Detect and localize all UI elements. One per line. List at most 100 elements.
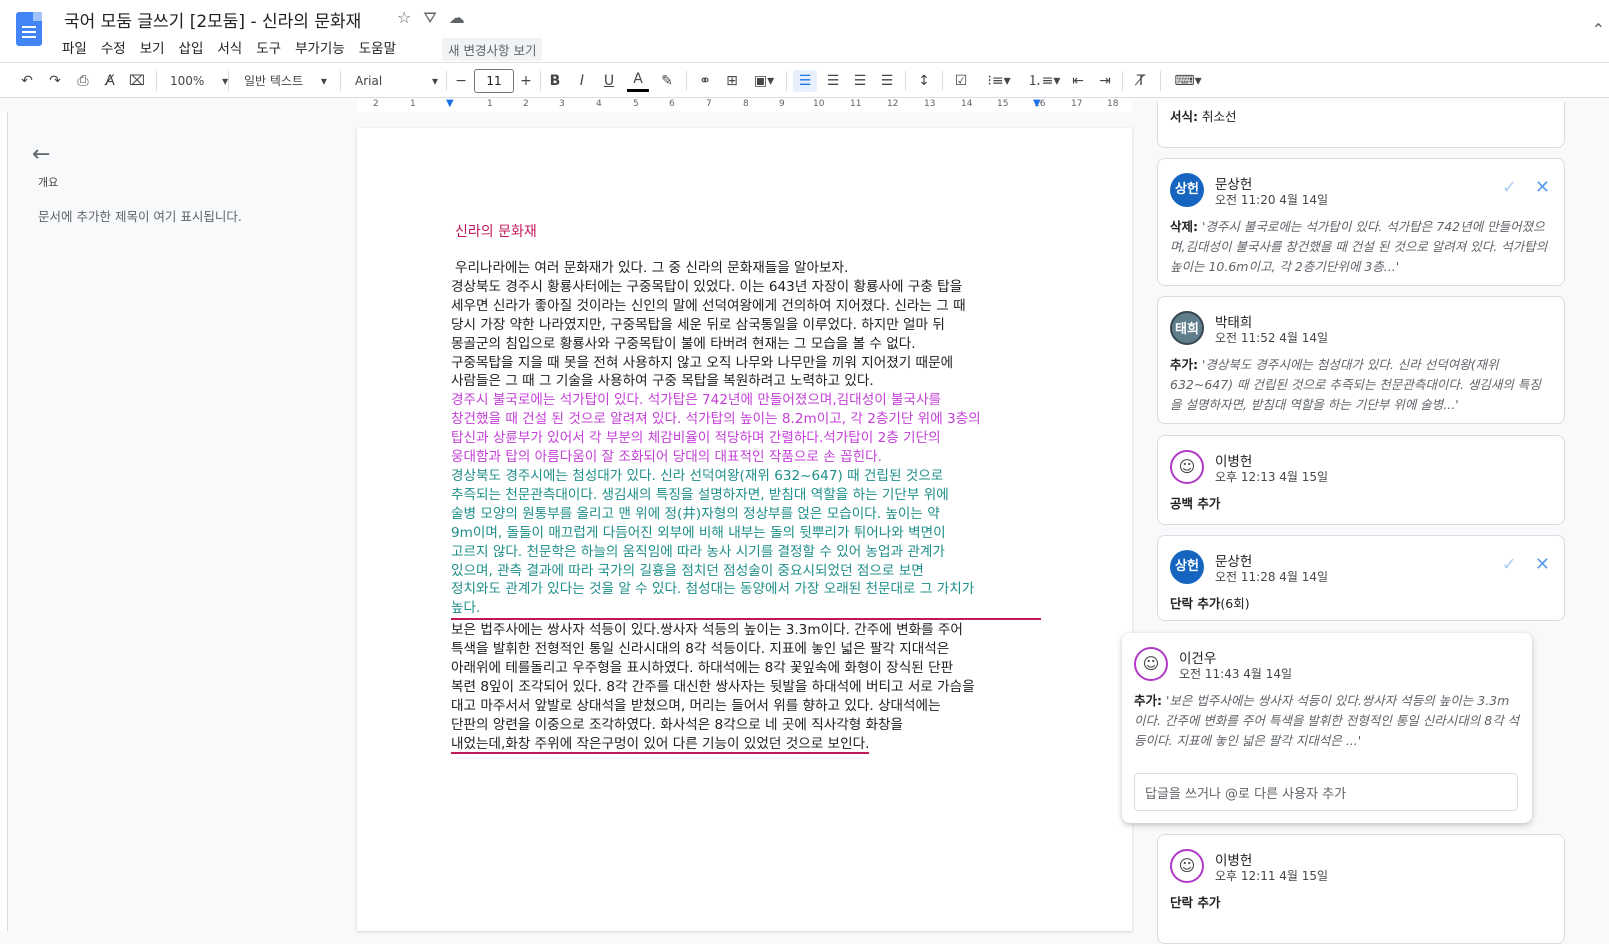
align-right-icon[interactable]: ☰ <box>849 70 871 92</box>
align-center-icon[interactable]: ☰ <box>822 70 844 92</box>
menu-edit[interactable]: 수정 <box>101 37 134 57</box>
suggestion-card[interactable]: 태희 박태희 오전 11:52 4월 14일 추가: '경상북도 경주시에는 첨… <box>1157 296 1565 424</box>
ruler-label: 4 <box>596 99 602 109</box>
menu-tools[interactable]: 도구 <box>256 37 289 57</box>
ruler-label: 3 <box>559 99 565 109</box>
zoom-select[interactable]: 100% ▾ <box>170 70 228 92</box>
clear-formatting-icon[interactable]: T̸ <box>1130 70 1152 92</box>
ruler-label: 14 <box>961 99 973 109</box>
right-indent-marker-icon[interactable]: ▼ <box>1033 98 1041 109</box>
font-size-input[interactable]: 11 <box>474 69 514 93</box>
suggestion-card-partial[interactable]: 서식: 취소선 <box>1157 102 1565 148</box>
line-spacing-icon[interactable]: ↕ <box>913 70 935 92</box>
chevron-down-icon: ▾ <box>320 74 327 88</box>
numbered-list-icon[interactable]: ⒈≡▾ <box>1024 70 1064 92</box>
ruler-label: 6 <box>669 99 675 109</box>
text-line: 구중목탑을 지을 때 못을 전혀 사용하지 않고 오직 나무와 나무만을 끼워 … <box>451 354 954 371</box>
chevron-down-icon: ▾ <box>432 74 439 88</box>
suggestion-detail: '경주시 불국로에는 석가탑이 있다. 석가탑은 742년에 만들어졌으며,김대… <box>1170 219 1548 274</box>
justify-icon[interactable]: ☰ <box>876 70 898 92</box>
close-outline-arrow-icon[interactable]: ← <box>32 142 50 167</box>
text-line: 웅대함과 탑의 아름다움이 잘 조화되어 당대의 대표적인 작품으로 손 꼽힌다… <box>451 449 882 466</box>
undo-icon[interactable]: ↶ <box>16 70 38 92</box>
see-new-changes-button[interactable]: 새 변경사항 보기 <box>442 38 543 61</box>
italic-icon[interactable]: I <box>572 70 592 92</box>
align-left-icon[interactable]: ☰ <box>793 70 817 92</box>
text-line: 있으며, 관측 결과에 따라 국가의 길흉을 점치던 점성술이 중요시되었던 점… <box>451 562 924 579</box>
suggestion-format-text: 서식: 취소선 <box>1170 106 1237 125</box>
decrease-font-size-button[interactable]: − <box>451 70 471 92</box>
text-color-icon[interactable]: A <box>627 70 649 92</box>
suggestion-card-active[interactable]: ☺ 이건우 오전 11:43 4월 14일 추가: '보은 법주사에는 쌍사자 … <box>1122 633 1532 823</box>
text-line: 탑신과 상륜부가 있어서 각 부분의 체감비율이 적당하며 간렬하다.석가탑이 … <box>451 430 941 447</box>
suggestion-card[interactable]: 상헌 문상헌 오전 11:28 4월 14일 ✓ ✕ 단락 추가(6회) <box>1157 535 1565 621</box>
ruler-label: 5 <box>633 99 639 109</box>
spellcheck-icon[interactable]: A̸ <box>99 70 121 92</box>
redo-icon[interactable]: ↷ <box>44 70 66 92</box>
text-line: 9m이며, 돌들이 매끄럽게 다듬어진 외부에 비해 내부는 돌의 뒷뿌리가 튀… <box>451 524 946 541</box>
collapse-menu-icon[interactable]: ⌃ <box>1592 20 1605 39</box>
suggestion-card[interactable]: ☺ 이병헌 오후 12:13 4월 15일 공백 추가 <box>1157 435 1565 525</box>
text-line: 단판의 앙련을 이중으로 조각하였다. 화사석은 8각으로 네 곳에 직사각형 … <box>451 716 904 733</box>
ruler-label: 9 <box>779 99 785 109</box>
menu-file[interactable]: 파일 <box>62 37 95 57</box>
bold-icon[interactable]: B <box>545 70 565 92</box>
paragraph-cheomseongdae-added[interactable]: 경상북도 경주시에는 첨성대가 있다. 신라 선덕여왕(재위 632~647) … <box>451 467 1041 618</box>
menu-addons[interactable]: 부가기능 <box>295 37 353 57</box>
document-title[interactable]: 국어 모둠 글쓰기 [2모둠] - 신라의 문화재 <box>64 7 361 32</box>
insert-image-icon[interactable]: ▣▾ <box>749 70 779 92</box>
star-icon[interactable]: ☆ <box>397 8 411 28</box>
zoom-value: 100% <box>170 74 205 88</box>
input-tools-icon[interactable]: ⌨▾ <box>1168 70 1208 92</box>
style-value: 일반 텍스트 <box>244 74 304 88</box>
ruler-label: 15 <box>997 99 1009 109</box>
cloud-saved-icon[interactable]: ☁ <box>449 8 465 28</box>
accept-check-icon[interactable]: ✓ <box>1502 554 1517 575</box>
move-to-drive-icon[interactable]: ⛛ <box>423 8 436 28</box>
link-icon[interactable]: ⚭ <box>694 70 716 92</box>
suggestion-card[interactable]: 상헌 문상헌 오전 11:20 4월 14일 ✓ ✕ 삭제: '경주시 불국로에는… <box>1157 158 1565 286</box>
increase-indent-icon[interactable]: ⇥ <box>1094 70 1116 92</box>
increase-font-size-button[interactable]: + <box>516 70 536 92</box>
print-icon[interactable]: ⎙ <box>72 70 94 92</box>
menu-format[interactable]: 서식 <box>217 37 250 57</box>
document-page[interactable]: 신라의 문화재 우리나라에는 여러 문화재가 있다. 그 중 신라의 문화재들을… <box>357 128 1132 931</box>
suggestion-detail: 취소선 <box>1201 109 1237 124</box>
menu-view[interactable]: 보기 <box>140 37 173 57</box>
bulleted-list-icon[interactable]: ⁝≡▾ <box>979 70 1019 92</box>
horizontal-ruler[interactable]: 2 1 1 2 3 4 5 6 7 8 9 10 11 12 13 14 15 … <box>357 98 1132 112</box>
timestamp: 오전 11:52 4월 14일 <box>1215 331 1329 345</box>
author-name: 이병헌 <box>1215 454 1253 470</box>
paragraph-beopjusa-added[interactable]: 보은 법주사에는 쌍사자 석등이 있다.쌍사자 석등의 높이는 3.3m이다. … <box>451 618 1041 754</box>
highlight-icon[interactable]: ✎ <box>656 70 678 92</box>
text-line: 세우면 신라가 좋아질 것이라는 신인의 말에 선덕여왕에게 건의하여 지어졌다… <box>451 297 966 314</box>
reply-input[interactable]: 답글을 쓰거나 @로 다른 사용자 추가 <box>1134 773 1518 811</box>
docs-logo-icon[interactable] <box>16 12 42 46</box>
avatar: 상헌 <box>1170 550 1204 584</box>
suggestion-kind: 삭제: <box>1170 219 1198 234</box>
paint-format-icon[interactable]: ⌧ <box>126 70 148 92</box>
style-select[interactable]: 일반 텍스트 ▾ <box>244 70 327 92</box>
text-line: 정치와도 관계가 있다는 것을 알 수 있다. 첨성대는 동양에서 가장 오래된… <box>451 581 975 598</box>
document-body[interactable]: 우리나라에는 여러 문화재가 있다. 그 중 신라의 문화재들을 알아보자. 경… <box>451 259 1041 754</box>
checklist-icon[interactable]: ☑ <box>950 70 972 92</box>
left-indent-marker-icon[interactable]: ▼ <box>446 98 454 109</box>
suggestion-detail: (6회) <box>1220 596 1250 611</box>
underline-icon[interactable]: U <box>599 70 619 92</box>
reject-close-icon[interactable]: ✕ <box>1535 177 1550 198</box>
suggestions-panel: 서식: 취소선 상헌 문상헌 오전 11:20 4월 14일 ✓ ✕ 삭제: '경… <box>1122 102 1609 944</box>
menu-insert[interactable]: 삽입 <box>179 37 212 57</box>
add-comment-icon[interactable]: ⊞ <box>721 70 743 92</box>
text-line: 높다. <box>451 600 481 617</box>
text-line: 고르지 않다. 천문학은 하늘의 움직임에 따라 농사 시기를 결정할 수 있어… <box>451 543 945 560</box>
avatar: ☺ <box>1134 647 1168 681</box>
author-name: 박태희 <box>1215 315 1253 331</box>
font-select[interactable]: Arial ▾ <box>355 70 438 92</box>
menu-help[interactable]: 도움말 <box>359 37 404 57</box>
timestamp: 오후 12:13 4월 15일 <box>1215 470 1329 484</box>
suggestion-card[interactable]: ☺ 이병헌 오후 12:11 4월 15일 단락 추가 <box>1157 834 1565 944</box>
decrease-indent-icon[interactable]: ⇤ <box>1067 70 1089 92</box>
reject-close-icon[interactable]: ✕ <box>1535 554 1550 575</box>
paragraph-seokgatap-deleted[interactable]: 경주시 불국로에는 석가탑이 있다. 석가탑은 742년에 만들어졌으며,김대성… <box>451 391 1041 467</box>
accept-check-icon[interactable]: ✓ <box>1502 177 1517 198</box>
